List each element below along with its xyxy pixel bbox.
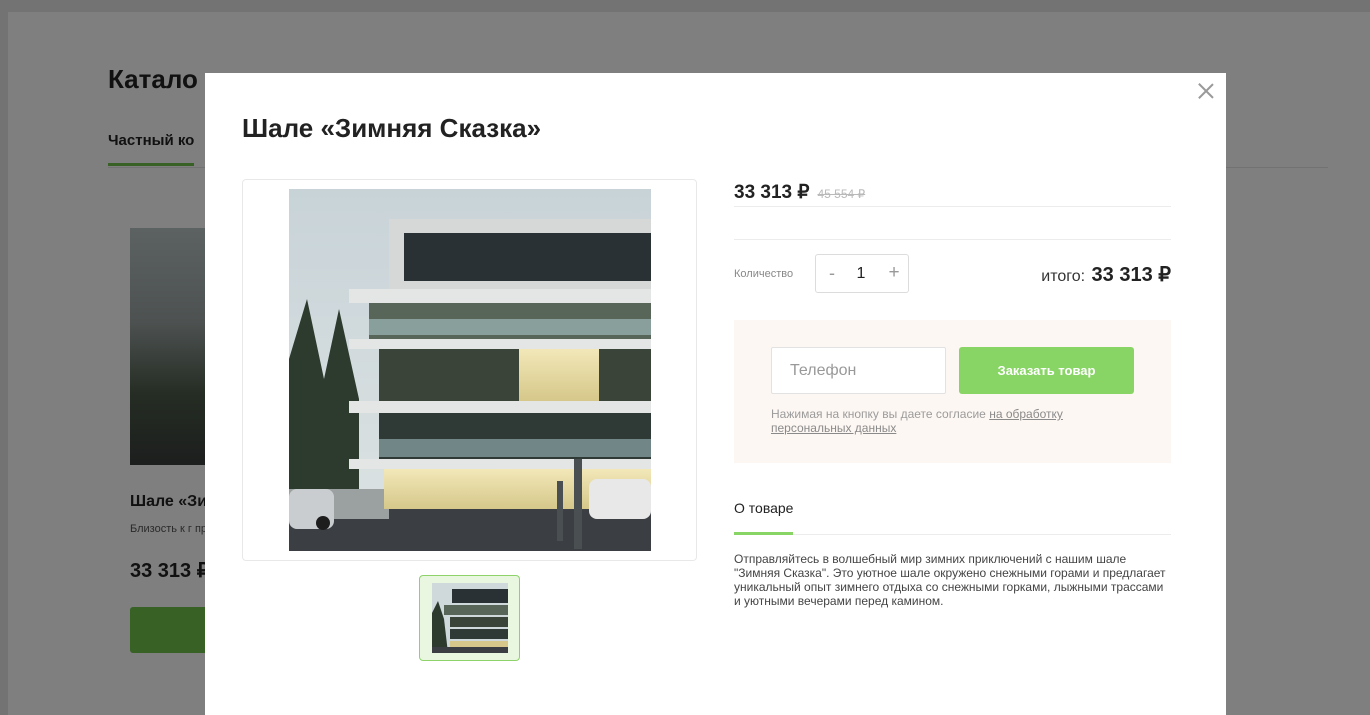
product-image-viewer — [242, 179, 697, 561]
product-modal: Шале «Зимняя Сказка» 33 313 ₽ 45 554 ₽ К… — [205, 73, 1226, 715]
quantity-row: Количество - 1 + итого: 33 313 ₽ — [734, 254, 1171, 294]
consent-text: Нажимая на кнопку вы даете согласие на о… — [771, 407, 1131, 435]
quantity-minus-button[interactable]: - — [824, 263, 840, 283]
order-button[interactable]: Заказать товар — [959, 347, 1134, 394]
total-value: 33 313 ₽ — [1091, 264, 1171, 286]
tab-about-product[interactable]: О товаре — [734, 493, 794, 535]
consent-label: Нажимая на кнопку вы даете согласие — [771, 407, 990, 421]
product-thumbnail[interactable] — [419, 575, 520, 661]
close-icon[interactable] — [1196, 81, 1216, 101]
product-main-image[interactable] — [289, 189, 651, 551]
product-description: Отправляйтесь в волшебный мир зимних при… — [734, 552, 1166, 608]
divider — [734, 239, 1171, 240]
price-row: 33 313 ₽ 45 554 ₽ — [734, 181, 1171, 207]
total-price: итого: 33 313 ₽ — [1041, 262, 1171, 287]
product-thumbnail-image[interactable] — [432, 583, 508, 653]
product-price: 33 313 ₽ — [734, 182, 810, 203]
order-form: Заказать товар Нажимая на кнопку вы дает… — [734, 320, 1171, 463]
product-title: Шале «Зимняя Сказка» — [242, 113, 542, 143]
quantity-label: Количество — [734, 268, 794, 280]
quantity-stepper[interactable]: - 1 + — [815, 254, 909, 293]
description-tabs: О товаре — [734, 493, 1171, 535]
total-label: итого: — [1041, 268, 1086, 285]
product-old-price: 45 554 ₽ — [817, 187, 866, 201]
phone-input[interactable] — [771, 347, 946, 394]
quantity-plus-button[interactable]: + — [886, 262, 902, 284]
quantity-value[interactable]: 1 — [846, 265, 876, 283]
